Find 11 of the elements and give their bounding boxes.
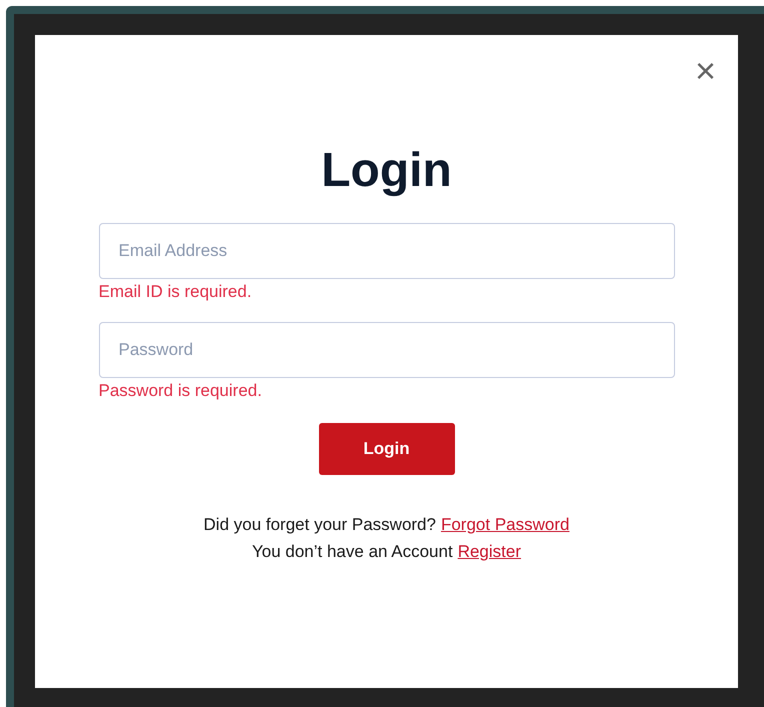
input-field[interactable]: Email Address (98, 223, 674, 279)
text-link[interactable]: Forgot Password (440, 511, 570, 538)
error-message: Email ID is required. (98, 282, 253, 302)
error-message: Password is required. (98, 381, 263, 401)
dialog-title: Login (321, 147, 452, 195)
text-link[interactable]: Register (458, 538, 522, 565)
prompt-text: You don’t have an Account (252, 541, 453, 563)
login-button[interactable]: Login (318, 423, 454, 475)
close-button[interactable]: × (694, 53, 716, 89)
input-field[interactable]: Password (98, 322, 674, 378)
prompt-text: Did you forget your Password? (204, 514, 436, 536)
